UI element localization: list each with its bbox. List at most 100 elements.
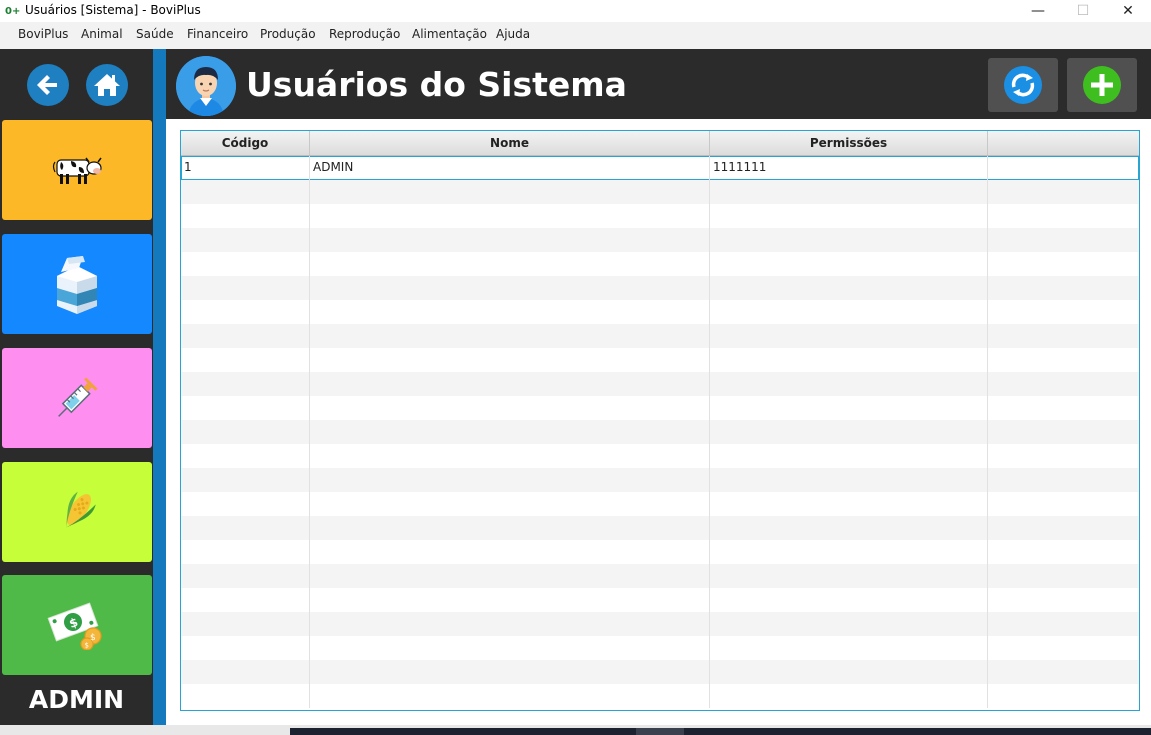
table-cell <box>988 492 1139 516</box>
table-cell <box>988 660 1139 684</box>
svg-text:0+: 0+ <box>5 6 20 17</box>
current-user-label: ADMIN <box>28 685 125 714</box>
table-cell <box>710 684 988 708</box>
table-cell <box>181 540 310 564</box>
syringe-icon <box>58 377 98 417</box>
menu-boviplus[interactable]: BoviPlus <box>18 27 68 41</box>
empty-table-row[interactable] <box>181 660 1139 684</box>
menu-reproducao[interactable]: Reprodução <box>329 27 400 41</box>
table-cell <box>181 372 310 396</box>
column-header-nome[interactable]: Nome <box>310 131 710 155</box>
empty-table-row[interactable] <box>181 492 1139 516</box>
empty-table-row[interactable] <box>181 684 1139 708</box>
home-button[interactable] <box>86 64 128 106</box>
tile-financeiro[interactable]: $ $ $ <box>2 575 152 675</box>
table-cell <box>988 156 1139 180</box>
table-cell <box>988 180 1139 204</box>
refresh-button[interactable] <box>988 58 1058 112</box>
table-cell <box>988 468 1139 492</box>
empty-table-row[interactable] <box>181 636 1139 660</box>
taskbar-active-item <box>636 728 684 735</box>
table-cell <box>988 612 1139 636</box>
column-header-codigo[interactable]: Código <box>181 131 310 155</box>
close-button[interactable]: ✕ <box>1105 0 1151 22</box>
table-cell <box>710 396 988 420</box>
tile-animal[interactable] <box>2 120 152 220</box>
maximize-button[interactable]: ☐ <box>1060 0 1106 22</box>
table-cell <box>310 660 710 684</box>
cow-icon <box>52 157 102 184</box>
table-cell <box>181 444 310 468</box>
table-cell <box>988 396 1139 420</box>
table-cell <box>710 300 988 324</box>
minimize-button[interactable]: — <box>1015 0 1061 22</box>
table-cell <box>310 636 710 660</box>
empty-table-row[interactable] <box>181 348 1139 372</box>
empty-table-row[interactable] <box>181 444 1139 468</box>
table-cell <box>310 564 710 588</box>
empty-table-row[interactable] <box>181 420 1139 444</box>
table-cell <box>710 492 988 516</box>
tile-saude[interactable] <box>2 348 152 448</box>
table-cell <box>310 492 710 516</box>
empty-table-row[interactable] <box>181 612 1139 636</box>
table-cell <box>310 468 710 492</box>
menu-financeiro[interactable]: Financeiro <box>187 27 248 41</box>
users-table[interactable]: Código Nome Permissões 1 ADMIN 1111111 <box>180 130 1140 711</box>
table-cell <box>181 612 310 636</box>
table-cell <box>181 420 310 444</box>
table-body: 1 ADMIN 1111111 <box>181 156 1139 708</box>
table-cell <box>181 492 310 516</box>
column-header-permissoes[interactable]: Permissões <box>710 131 988 155</box>
table-cell <box>988 300 1139 324</box>
empty-table-row[interactable] <box>181 300 1139 324</box>
empty-table-row[interactable] <box>181 564 1139 588</box>
table-cell: ADMIN <box>310 156 710 180</box>
empty-table-row[interactable] <box>181 252 1139 276</box>
table-cell <box>181 348 310 372</box>
table-row[interactable]: 1 ADMIN 1111111 <box>181 156 1139 180</box>
empty-table-row[interactable] <box>181 324 1139 348</box>
back-button[interactable] <box>27 64 69 106</box>
menu-animal[interactable]: Animal <box>81 27 123 41</box>
table-cell <box>181 180 310 204</box>
sidebar-divider <box>153 49 166 725</box>
menu-alimentacao[interactable]: Alimentação <box>412 27 487 41</box>
empty-table-row[interactable] <box>181 372 1139 396</box>
empty-table-row[interactable] <box>181 396 1139 420</box>
table-cell <box>181 324 310 348</box>
column-header-filler <box>988 131 1139 155</box>
empty-table-row[interactable] <box>181 204 1139 228</box>
table-cell <box>988 204 1139 228</box>
corn-icon <box>66 491 96 528</box>
table-cell <box>310 396 710 420</box>
empty-table-row[interactable] <box>181 276 1139 300</box>
plus-icon <box>1083 66 1121 104</box>
menu-ajuda[interactable]: Ajuda <box>496 27 530 41</box>
table-cell <box>988 420 1139 444</box>
empty-table-row[interactable] <box>181 228 1139 252</box>
table-cell <box>710 612 988 636</box>
refresh-icon <box>1004 66 1042 104</box>
empty-table-row[interactable] <box>181 588 1139 612</box>
empty-table-row[interactable] <box>181 540 1139 564</box>
svg-text:$: $ <box>85 642 89 650</box>
tile-producao[interactable] <box>2 234 152 334</box>
table-cell <box>710 468 988 492</box>
table-cell <box>181 300 310 324</box>
empty-table-row[interactable] <box>181 468 1139 492</box>
table-cell <box>988 324 1139 348</box>
svg-text:$: $ <box>90 633 96 643</box>
milk-carton-icon <box>57 256 97 314</box>
table-cell <box>988 540 1139 564</box>
tile-alimentacao[interactable] <box>2 462 152 562</box>
table-cell <box>181 516 310 540</box>
page-title: Usuários do Sistema <box>246 65 627 104</box>
home-icon <box>94 74 120 96</box>
menu-saude[interactable]: Saúde <box>136 27 174 41</box>
table-cell <box>710 564 988 588</box>
menu-producao[interactable]: Produção <box>260 27 316 41</box>
empty-table-row[interactable] <box>181 516 1139 540</box>
add-user-button[interactable] <box>1067 58 1137 112</box>
empty-table-row[interactable] <box>181 180 1139 204</box>
